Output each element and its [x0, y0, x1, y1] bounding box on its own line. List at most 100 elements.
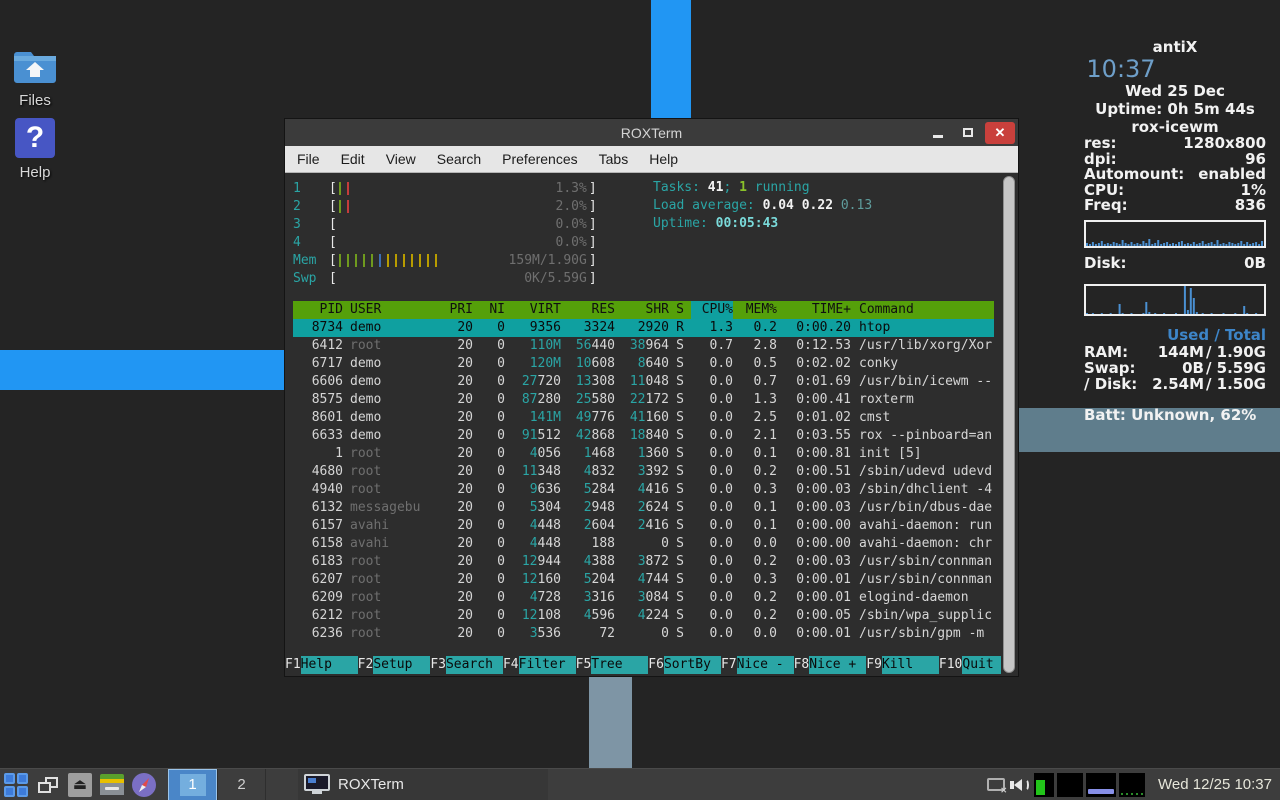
start-menu-button[interactable]	[1, 771, 31, 799]
terminal-window-icon	[304, 774, 330, 796]
conky-monitor: antiX 10:37 Wed 25 Dec Uptime: 0h 5m 44s…	[1084, 38, 1266, 424]
workspace-switcher: 12	[168, 769, 266, 800]
process-row[interactable]: 6183root2001294443883872S0.00.20:00.03/u…	[293, 553, 994, 571]
drawer-icon	[100, 774, 124, 795]
cpu-monitor-applet[interactable]	[1034, 773, 1054, 797]
process-row[interactable]: 6236root2003536720S0.00.00:00.01/usr/sbi…	[293, 625, 994, 643]
minimize-button[interactable]	[925, 122, 951, 144]
terminal-content[interactable]: 1[1.3%]2[2.0%]3[0.0%]4[0.0%]Mem[159M/1.9…	[285, 173, 1018, 676]
fkey-f3-search[interactable]: F3Search	[430, 656, 503, 674]
column-header-virt[interactable]: VIRT	[505, 301, 561, 319]
process-row[interactable]: 6209root200472833163084S0.00.20:00.01elo…	[293, 589, 994, 607]
display-settings-icon[interactable]	[987, 778, 1005, 791]
workspace-button-2[interactable]: 2	[217, 769, 266, 800]
conky-stat-row: Swap:0B/ 5.59G	[1084, 360, 1266, 376]
conky-info-row: Freq:836	[1084, 198, 1266, 214]
meter-4: 4[0.0%]	[293, 233, 627, 251]
menu-bar: File Edit View Search Preferences Tabs Help	[285, 146, 1018, 173]
close-button[interactable]: ✕	[985, 122, 1015, 144]
table-header-row: PIDUSERPRINIVIRTRESSHRSCPU%MEM%TIME+Comm…	[293, 301, 994, 319]
process-row[interactable]: 4940root200963652844416S0.00.30:00.03/sb…	[293, 481, 994, 499]
htop-cpu-memory-meters: 1[1.3%]2[2.0%]3[0.0%]4[0.0%]Mem[159M/1.9…	[293, 179, 627, 287]
roxterm-window: ROXTerm ✕ File Edit View Search Preferences T…	[284, 118, 1019, 677]
column-header-mem[interactable]: MEM%	[733, 301, 777, 319]
terminal-scrollbar[interactable]	[1003, 176, 1015, 673]
meter-3: 3[0.0%]	[293, 215, 627, 233]
process-row[interactable]: 4680root2001134848323392S0.00.20:00.51/s…	[293, 463, 994, 481]
taskbar: ⏏ 12 ROXTerm Wed 12/25 10:37	[0, 768, 1280, 800]
wallpaper-strip-left	[0, 350, 284, 390]
fkey-f10-quit[interactable]: F10Quit	[939, 656, 1001, 674]
column-header-command[interactable]: Command	[851, 301, 994, 319]
column-header-user[interactable]: USER	[343, 301, 433, 319]
desktop-icon-files[interactable]: Files	[0, 46, 70, 109]
fkey-f4-filter[interactable]: F4Filter	[503, 656, 576, 674]
fkey-f8-nice[interactable]: F8Nice +	[794, 656, 867, 674]
meter-2: 2[2.0%]	[293, 197, 627, 215]
column-header-pid[interactable]: PID	[293, 301, 343, 319]
column-header-s[interactable]: S	[669, 301, 691, 319]
task-button-roxterm[interactable]: ROXTerm	[298, 769, 548, 800]
show-desktop-button[interactable]: ⏏	[65, 771, 95, 799]
process-row-selected[interactable]: 8734demo200935633242920R1.30.20:00.20hto…	[293, 319, 994, 337]
menu-item-file[interactable]: File	[297, 151, 320, 167]
fkey-f1-help[interactable]: F1Help	[285, 656, 358, 674]
menu-item-help[interactable]: Help	[649, 151, 678, 167]
column-header-time[interactable]: TIME+	[777, 301, 851, 319]
menu-item-tabs[interactable]: Tabs	[599, 151, 629, 167]
net-monitor-applet[interactable]	[1057, 773, 1083, 797]
fkey-f2-setup[interactable]: F2Setup	[358, 656, 431, 674]
process-row[interactable]: 6158avahi20044481880S0.00.00:00.00avahi-…	[293, 535, 994, 553]
process-row[interactable]: 6157avahi200444826042416S0.00.10:00.00av…	[293, 517, 994, 535]
menu-grid-icon	[4, 773, 28, 797]
menu-item-search[interactable]: Search	[437, 151, 481, 167]
memory-monitor-applet[interactable]	[1086, 773, 1116, 797]
process-row[interactable]: 6717demo200120M106088640S0.00.50:02.02co…	[293, 355, 994, 373]
htop-function-key-bar: F1HelpF2SetupF3SearchF4FilterF5TreeF6Sor…	[285, 656, 1001, 674]
window-list-button[interactable]	[33, 771, 63, 799]
workspace-button-1[interactable]: 1	[168, 769, 217, 800]
folder-home-icon	[13, 46, 57, 86]
system-tray: Wed 12/25 10:37	[987, 773, 1280, 797]
volume-icon[interactable]	[1010, 779, 1029, 791]
column-header-res[interactable]: RES	[561, 301, 615, 319]
htop-process-table: PIDUSERPRINIVIRTRESSHRSCPU%MEM%TIME+Comm…	[293, 301, 994, 643]
process-row[interactable]: 6132messagebu200530429482624S0.00.10:00.…	[293, 499, 994, 517]
window-titlebar[interactable]: ROXTerm ✕	[285, 119, 1018, 146]
column-header-cpu[interactable]: CPU%	[691, 301, 733, 319]
fkey-f9-kill[interactable]: F9Kill	[866, 656, 939, 674]
fkey-f5-tree[interactable]: F5Tree	[576, 656, 649, 674]
process-row[interactable]: 6212root2001210845964224S0.00.20:00.05/s…	[293, 607, 994, 625]
conky-date: Wed 25 Dec	[1084, 82, 1266, 100]
file-manager-button[interactable]	[97, 771, 127, 799]
htop-tasks-line: Tasks: 41; 1 running	[653, 179, 872, 197]
windows-icon	[38, 777, 58, 793]
desktop-icon-help[interactable]: ? Help	[0, 118, 70, 181]
wallpaper-strip-top	[651, 0, 691, 120]
column-header-pri[interactable]: PRI	[433, 301, 473, 319]
menu-item-preferences[interactable]: Preferences	[502, 151, 577, 167]
process-row[interactable]: 8601demo200141M4977641160S0.02.50:01.02c…	[293, 409, 994, 427]
conky-time: 10:37	[1084, 56, 1158, 82]
meter-swp: Swp[0K/5.59G]	[293, 269, 627, 287]
fkey-f6-sortby[interactable]: F6SortBy	[648, 656, 721, 674]
menu-item-view[interactable]: View	[386, 151, 416, 167]
browser-button[interactable]	[129, 771, 159, 799]
conky-battery: Batt: Unknown, 62%	[1084, 406, 1266, 424]
process-row[interactable]: 1root200405614681360S0.00.10:00.81init […	[293, 445, 994, 463]
column-header-ni[interactable]: NI	[473, 301, 505, 319]
desktop-icon-label: Files	[0, 92, 70, 109]
traffic-monitor-applet[interactable]	[1119, 773, 1145, 797]
process-row[interactable]: 6412root200110M5644038964S0.72.80:12.53/…	[293, 337, 994, 355]
process-row[interactable]: 6633demo200915124286818840S0.02.10:03.55…	[293, 427, 994, 445]
menu-item-edit[interactable]: Edit	[341, 151, 365, 167]
maximize-button[interactable]	[955, 122, 981, 144]
eject-icon: ⏏	[68, 773, 92, 797]
process-row[interactable]: 6606demo200277201330811048S0.00.70:01.69…	[293, 373, 994, 391]
process-row[interactable]: 6207root2001216052044744S0.00.30:00.01/u…	[293, 571, 994, 589]
conky-used-total-header: Used / Total	[1084, 326, 1266, 344]
htop-uptime-line: Uptime: 00:05:43	[653, 215, 872, 233]
fkey-f7-nice[interactable]: F7Nice -	[721, 656, 794, 674]
column-header-shr[interactable]: SHR	[615, 301, 669, 319]
process-row[interactable]: 8575demo200872802558022172S0.01.30:00.41…	[293, 391, 994, 409]
